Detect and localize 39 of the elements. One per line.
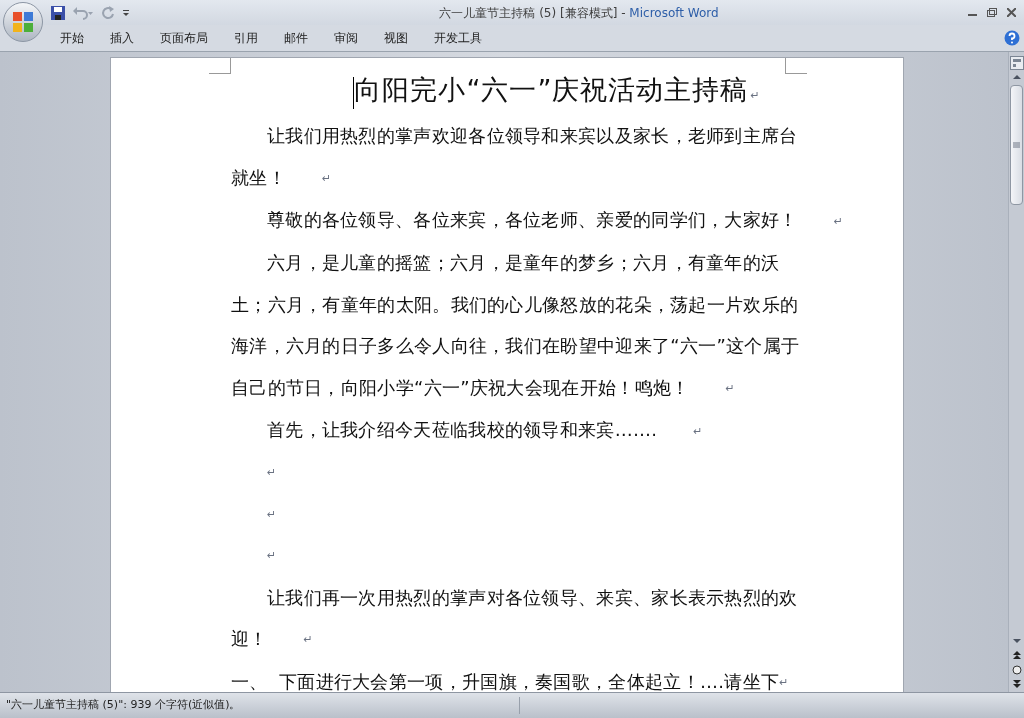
paragraph-mark: ↵: [266, 506, 278, 523]
ribbon-tab[interactable]: 审阅: [322, 27, 370, 49]
next-page-icon[interactable]: [1012, 680, 1021, 689]
office-logo-icon: [11, 10, 35, 34]
help-icon[interactable]: [1004, 30, 1020, 46]
window-title: 六一儿童节主持稿 (5) [兼容模式]: [439, 5, 618, 20]
customize-toolbar-icon[interactable]: [122, 7, 130, 18]
browse-object-icon[interactable]: [1011, 665, 1022, 675]
document-title: 向阳完小“六一”庆祝活动主持稿↵: [354, 73, 761, 107]
ribbon-tab[interactable]: 邮件: [272, 27, 320, 49]
paragraph: 尊敬的各位领导、各位来宾，各位老师、亲爱的同学们，大家好！ ↵: [266, 208, 843, 233]
scroll-down-icon[interactable]: [1011, 637, 1022, 645]
paragraph: 让我们用热烈的掌声欢迎各位领导和来宾以及家长，老师到主席台就坐！ ↵: [231, 124, 799, 190]
paragraph: 六月，是儿童的摇篮；六月，是童年的梦乡；六月，有童年的沃土；六月，有童年的太阳。我们的心儿像怒放的花朵，荡起一片欢乐的海洋，六月的日子多么令人向往，我们在盼望中迎来了“六一”这个属于自己的节日，向阳小学“六一”庆祝大会现在开始！鸣炮！ ↵: [231, 251, 801, 400]
app-name: Microsoft Word: [629, 5, 719, 20]
margin-corner-mark: [209, 58, 231, 74]
ribbon-tab[interactable]: 页面布局: [148, 27, 220, 49]
ribbon-tab[interactable]: 视图: [372, 27, 420, 49]
close-icon[interactable]: [1007, 8, 1016, 17]
restore-icon[interactable]: [987, 8, 997, 17]
scroll-up-icon[interactable]: [1011, 73, 1022, 81]
paragraph: 下面进行大会第一项，升国旗，奏国歌，全体起立！….请坐下↵: [279, 669, 790, 692]
ribbon-tab[interactable]: 开发工具: [422, 27, 494, 49]
previous-page-icon[interactable]: [1012, 651, 1021, 660]
ribbon-tab[interactable]: 开始: [48, 27, 96, 49]
list-number: 一、: [231, 669, 269, 692]
ribbon-tab[interactable]: 插入: [98, 27, 146, 49]
paragraph: 让我们再一次用热烈的掌声对各位领导、来宾、家长表示热烈的欢迎！ ↵: [231, 585, 799, 651]
title-separator: -: [620, 5, 627, 20]
ruler-toggle-icon[interactable]: [1009, 56, 1024, 70]
ribbon-tab[interactable]: 引用: [222, 27, 270, 49]
paragraph-mark: ↵: [266, 548, 278, 564]
paragraph: 首先，让我介绍今天莅临我校的领导和来宾……. ↵: [266, 418, 704, 443]
word-count: "六一儿童节主持稿 (5)": 939 个字符(近似值)。: [0, 697, 520, 714]
office-button[interactable]: [3, 2, 43, 42]
paragraph-mark: ↵: [266, 465, 278, 481]
margin-corner-mark: [785, 58, 807, 74]
save-icon[interactable]: [50, 4, 66, 21]
scrollbar-thumb[interactable]: [1010, 85, 1023, 205]
